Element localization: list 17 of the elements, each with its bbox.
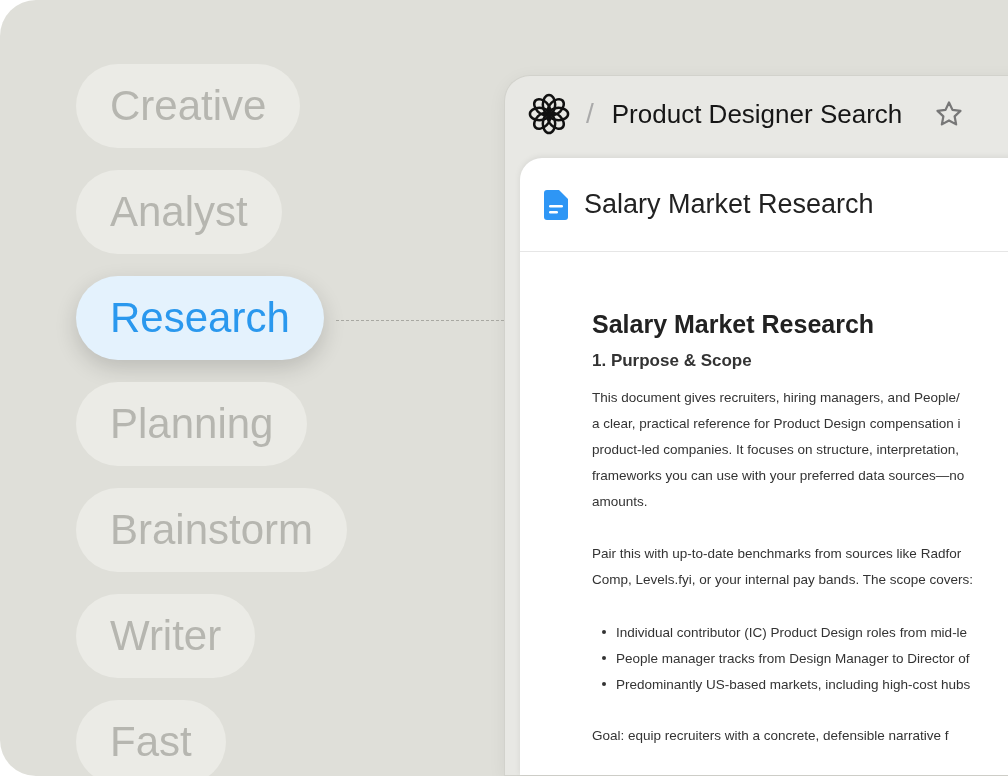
flower-logo-icon bbox=[528, 93, 570, 135]
document-heading: Salary Market Research bbox=[592, 310, 876, 339]
category-pill[interactable]: Research bbox=[76, 276, 324, 360]
section-heading: 1. Purpose & Scope bbox=[592, 351, 753, 371]
bullet-text: Predominantly US-based markets, including high-cost hubs bbox=[616, 676, 971, 692]
bullet-icon bbox=[602, 630, 606, 634]
paragraph: Goal: equip recruiters with a concrete, defensible narrative f bbox=[592, 727, 950, 745]
document-title: Salary Market Research bbox=[584, 189, 874, 220]
breadcrumb-separator: / bbox=[586, 98, 594, 130]
window-title: Product Designer Search bbox=[611, 98, 903, 130]
paragraph: Pair this with up-to-date benchmarks from sources like Radfor Comp, Levels.fyi, or your internal pay bands. The scope covers: bbox=[592, 545, 974, 589]
bullet-icon bbox=[602, 682, 606, 686]
bullet-icon bbox=[602, 656, 606, 660]
bullet-text: People manager tracks from Design Manager to Director of bbox=[616, 650, 970, 666]
paragraph: This document gives recruiters, hiring managers, and People/ a clear, practical reference for Product Design compensation i product-led companies. It focuses on structure, interpretation, frameworks you can use with your preferred data sources—no amounts. bbox=[592, 389, 966, 511]
bullet-text: Individual contributor (IC) Product Design roles from mid-le bbox=[616, 624, 968, 640]
document-icon bbox=[544, 189, 568, 220]
